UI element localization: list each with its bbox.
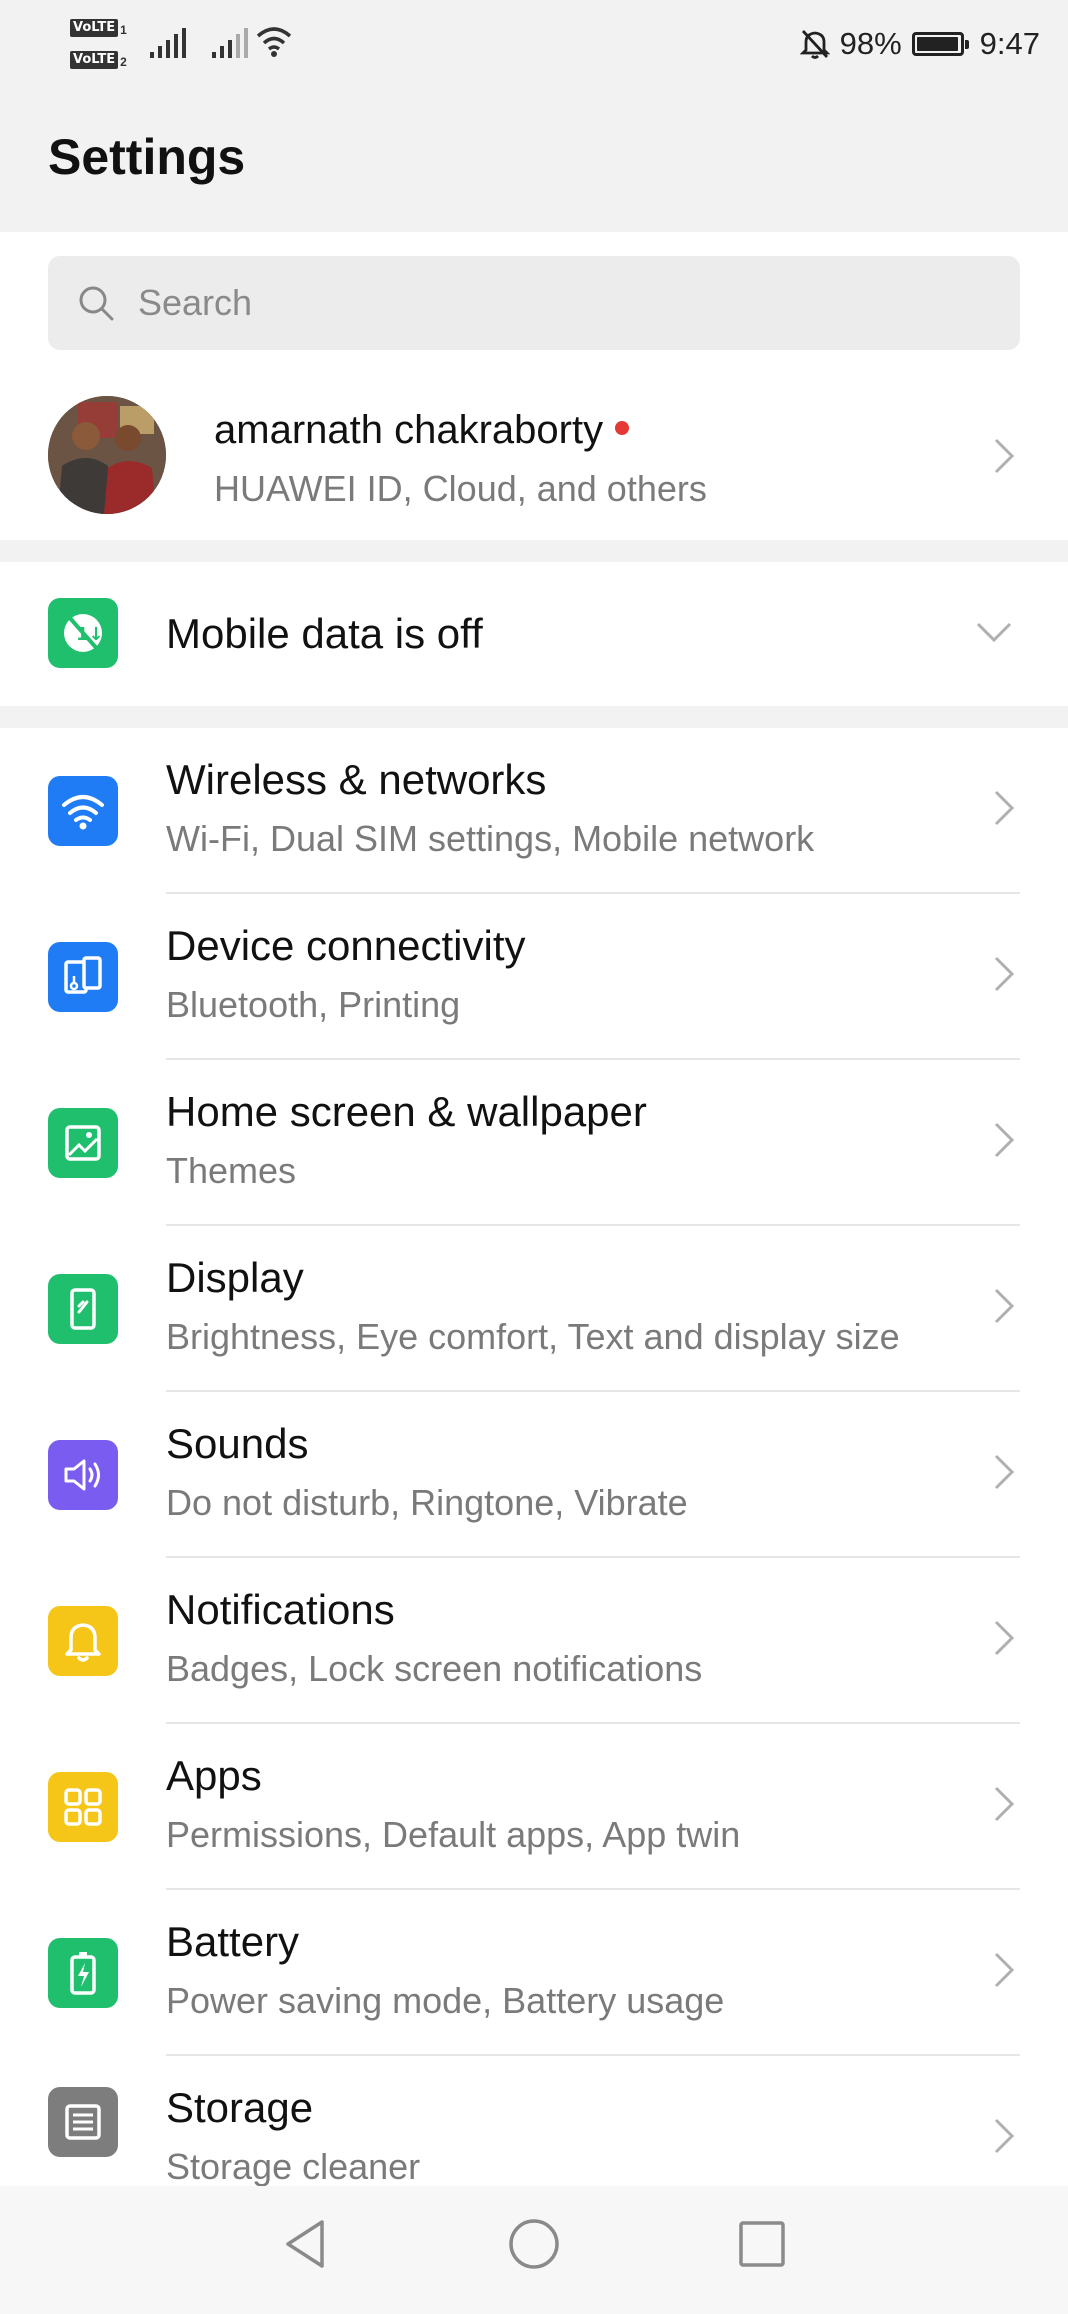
search-input[interactable] — [138, 282, 938, 324]
item-subtitle: Brightness, Eye comfort, Text and displa… — [166, 1316, 900, 1357]
item-subtitle: Badges, Lock screen notifications — [166, 1648, 703, 1689]
wifi-icon — [48, 776, 118, 846]
mute-bell-icon — [799, 30, 830, 59]
wallpaper-icon — [48, 1108, 118, 1178]
settings-item-sounds[interactable]: Sounds Do not disturb, Ringtone, Vibrate — [0, 1392, 1068, 1558]
settings-item-apps[interactable]: Apps Permissions, Default apps, App twin — [0, 1724, 1068, 1890]
chevron-right-icon — [994, 790, 1015, 826]
notification-dot — [615, 421, 630, 436]
item-title: Wireless & networks — [166, 756, 547, 803]
search-bar[interactable] — [48, 256, 1020, 350]
settings-list: Wireless & networks Wi-Fi, Dual SIM sett… — [0, 728, 1068, 2187]
home-icon[interactable] — [506, 2216, 562, 2272]
settings-item-notifications[interactable]: Notifications Badges, Lock screen notifi… — [0, 1558, 1068, 1724]
volte-sim1-badge: VoLTE 1 — [70, 18, 128, 40]
mobile-data-section[interactable]: 1↓ — [0, 562, 1068, 706]
storage-icon — [48, 2087, 118, 2157]
chevron-right-icon — [994, 1620, 1015, 1656]
battery-level-fill — [916, 37, 958, 51]
search-icon — [79, 286, 114, 321]
settings-item-wireless-networks[interactable]: Wireless & networks Wi-Fi, Dual SIM sett… — [0, 728, 1068, 894]
battery-icon — [911, 32, 969, 56]
chevron-right-icon — [994, 1952, 1015, 1988]
avatar-photo-icon — [48, 396, 166, 514]
status-bar: VoLTE 1 VoLTE 2 98% 9:47 — [0, 0, 1068, 92]
item-subtitle: Themes — [166, 1150, 297, 1191]
wifi-icon — [256, 27, 292, 57]
page-title: Settings — [48, 129, 246, 185]
mobile-data-label: Mobile data is off — [166, 610, 483, 657]
item-title: Battery — [166, 1918, 300, 1965]
chevron-right-icon — [994, 2118, 1015, 2154]
avatar[interactable] — [48, 396, 166, 514]
display-icon — [48, 1274, 118, 1344]
mobile-data-off-icon: 1↓ — [48, 598, 118, 668]
settings-item-display[interactable]: Display Brightness, Eye comfort, Text an… — [0, 1226, 1068, 1392]
device-connectivity-icon — [48, 942, 118, 1012]
item-subtitle: Bluetooth, Printing — [166, 984, 461, 1025]
account-subtitle: HUAWEI ID, Cloud, and others — [214, 468, 707, 509]
clock: 9:47 — [979, 26, 1040, 61]
item-subtitle: Do not disturb, Ringtone, Vibrate — [166, 1482, 688, 1523]
battery-charge-icon — [48, 1938, 118, 2008]
item-title: Storage — [166, 2084, 314, 2131]
item-title: Home screen & wallpaper — [166, 1088, 647, 1135]
battery-percent: 98% — [839, 26, 902, 61]
item-subtitle: Wi-Fi, Dual SIM settings, Mobile network — [166, 818, 815, 859]
account-name[interactable]: amarnath chakraborty — [214, 408, 630, 453]
item-subtitle: Permissions, Default apps, App twin — [166, 1814, 741, 1855]
chevron-right-icon — [994, 1122, 1015, 1158]
settings-item-device-connectivity[interactable]: Device connectivity Bluetooth, Printing — [0, 894, 1068, 1060]
settings-item-battery[interactable]: Battery Power saving mode, Battery usage — [0, 1890, 1068, 2056]
apps-grid-icon — [48, 1772, 118, 1842]
signal-icon — [212, 28, 248, 58]
signal-icon — [150, 28, 186, 58]
item-title: Device connectivity — [166, 922, 526, 969]
chevron-right-icon — [994, 1786, 1015, 1822]
bell-icon — [48, 1606, 118, 1676]
volte-sim2-badge: VoLTE 2 — [70, 50, 128, 72]
back-icon[interactable] — [280, 2216, 330, 2272]
chevron-right-icon — [994, 1288, 1015, 1324]
item-title: Notifications — [166, 1586, 395, 1633]
navigation-bar — [0, 2186, 1068, 2314]
chevron-right-icon — [994, 1454, 1015, 1490]
chevron-down-icon[interactable] — [974, 620, 1014, 644]
item-title: Sounds — [166, 1420, 309, 1467]
item-title: Apps — [166, 1752, 262, 1799]
chevron-right-icon[interactable] — [992, 436, 1016, 476]
chevron-right-icon — [994, 956, 1015, 992]
item-subtitle: Power saving mode, Battery usage — [166, 1980, 725, 2021]
settings-item-storage[interactable]: Storage Storage cleaner — [0, 2056, 1068, 2187]
item-subtitle: Storage cleaner — [166, 2146, 421, 2187]
status-right-group: 98% 9:47 — [799, 22, 1040, 66]
speaker-icon — [48, 1440, 118, 1510]
item-title: Display — [166, 1254, 304, 1301]
recents-icon[interactable] — [736, 2216, 788, 2272]
settings-item-home-screen-wallpaper[interactable]: Home screen & wallpaper Themes — [0, 1060, 1068, 1226]
